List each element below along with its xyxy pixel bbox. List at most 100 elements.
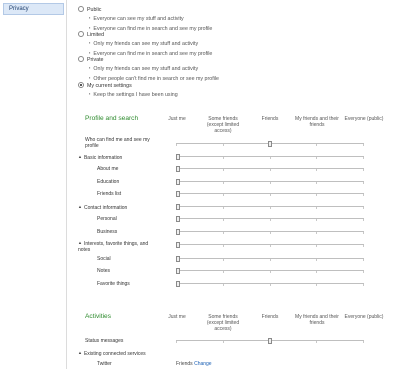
row-about-me: About me [97, 166, 119, 172]
slider-personal[interactable] [176, 216, 364, 222]
column-header: Friends [261, 314, 279, 320]
slider-tick [223, 284, 224, 286]
slider-tick [270, 207, 271, 209]
row-label-text: Basic information [83, 155, 123, 161]
slider-tick [223, 341, 224, 343]
slider-thumb[interactable] [268, 141, 272, 147]
collapse-triangle-icon[interactable]: ▲ [78, 240, 82, 245]
row-basic-information[interactable]: ▲ Basic information [78, 154, 122, 161]
slider-about-me[interactable] [176, 166, 364, 172]
slider-tick [363, 207, 364, 209]
slider-thumb[interactable] [176, 242, 180, 248]
change-link[interactable]: Change [194, 361, 212, 367]
row-interests[interactable]: ▲ Interests, favorite things, and notes [78, 240, 156, 253]
slider-tick [316, 284, 317, 286]
slider-tick [363, 245, 364, 247]
slider-education[interactable] [176, 179, 364, 185]
slider-tick [316, 144, 317, 146]
slider-tick [270, 169, 271, 171]
slider-thumb[interactable] [176, 179, 180, 185]
row-contact-information[interactable]: ▲ Contact information [78, 204, 127, 211]
slider-tick [223, 194, 224, 196]
slider-tick [223, 232, 224, 234]
option-label: My current settings [87, 83, 132, 89]
slider-thumb[interactable] [176, 256, 180, 262]
slider-interests[interactable] [176, 242, 364, 248]
slider-thumb[interactable] [176, 229, 180, 235]
current-radio[interactable] [78, 82, 84, 88]
slider-contact-information[interactable] [176, 204, 364, 210]
slider-tick [223, 182, 224, 184]
row-connected-services[interactable]: ▲ Existing connected services [78, 350, 146, 357]
column-header: My friends and their friends [295, 116, 339, 128]
slider-tick [270, 245, 271, 247]
option-label: Limited [87, 32, 105, 38]
slider-tick [316, 271, 317, 273]
slider-tick [223, 144, 224, 146]
public-radio[interactable] [78, 6, 84, 12]
slider-friends-list[interactable] [176, 191, 364, 197]
twitter-permission: Friends [176, 361, 193, 367]
slider-tick [223, 245, 224, 247]
row-favorite-things: Favorite things [97, 281, 130, 287]
slider-status-messages[interactable] [176, 338, 364, 344]
slider-tick [363, 169, 364, 171]
slider-tick [363, 271, 364, 273]
option-current[interactable]: My current settings Keep the settings I … [78, 82, 178, 100]
slider-tick [270, 284, 271, 286]
slider-thumb[interactable] [268, 338, 272, 344]
slider-tick [223, 207, 224, 209]
column-header: Just me [168, 116, 186, 122]
slider-thumb[interactable] [176, 154, 180, 160]
slider-tick [176, 144, 177, 146]
slider-thumb[interactable] [176, 204, 180, 210]
column-header: Everyone (public) [344, 116, 384, 122]
slider-tick [223, 219, 224, 221]
collapse-triangle-icon[interactable]: ▲ [78, 154, 82, 159]
option-label: Private [87, 57, 104, 63]
row-twitter: Twitter [97, 361, 112, 367]
slider-tick [270, 271, 271, 273]
slider-thumb[interactable] [176, 281, 180, 287]
slider-favorite-things[interactable] [176, 281, 364, 287]
row-notes: Notes [97, 268, 111, 274]
slider-tick [316, 194, 317, 196]
column-header: Everyone (public) [344, 314, 384, 320]
slider-thumb[interactable] [176, 268, 180, 274]
slider-social[interactable] [176, 256, 364, 262]
option-public[interactable]: Public Everyone can see my stuff and act… [78, 6, 212, 33]
option-limited[interactable]: Limited Only my friends can see my stuff… [78, 31, 212, 58]
collapse-triangle-icon[interactable]: ▲ [78, 350, 82, 355]
slider-business[interactable] [176, 229, 364, 235]
slider-tick [363, 144, 364, 146]
collapse-triangle-icon[interactable]: ▲ [78, 204, 82, 209]
option-bullet: Only my friends can see my stuff and act… [89, 39, 212, 48]
sidebar-item-privacy[interactable]: Privacy [3, 3, 64, 15]
profile-section-title: Profile and search [85, 115, 139, 122]
slider-notes[interactable] [176, 268, 364, 274]
column-header: Friends [261, 116, 279, 122]
slider-tick [363, 259, 364, 261]
slider-tick [363, 194, 364, 196]
activities-section-title: Activities [85, 313, 112, 320]
slider-tick [270, 259, 271, 261]
slider-basic-information[interactable] [176, 154, 364, 160]
row-friends-list: Friends list [97, 191, 122, 197]
slider-thumb[interactable] [176, 216, 180, 222]
slider-tick [316, 157, 317, 159]
slider-tick [316, 259, 317, 261]
slider-who-can-find-me[interactable] [176, 141, 364, 147]
slider-tick [363, 284, 364, 286]
column-header: Some friends (except limited access) [206, 116, 240, 134]
slider-tick [176, 341, 177, 343]
slider-tick [363, 232, 364, 234]
option-bullet: Keep the settings I have been using [89, 90, 177, 99]
private-radio[interactable] [78, 56, 84, 62]
row-who-can-find-me: Who can find me and see my profile [85, 137, 150, 150]
option-label: Public [87, 7, 102, 13]
option-private[interactable]: Private Only my friends can see my stuff… [78, 56, 219, 83]
slider-thumb[interactable] [176, 191, 180, 197]
limited-radio[interactable] [78, 31, 84, 37]
twitter-value: Friends Change [176, 361, 212, 367]
slider-thumb[interactable] [176, 166, 180, 172]
